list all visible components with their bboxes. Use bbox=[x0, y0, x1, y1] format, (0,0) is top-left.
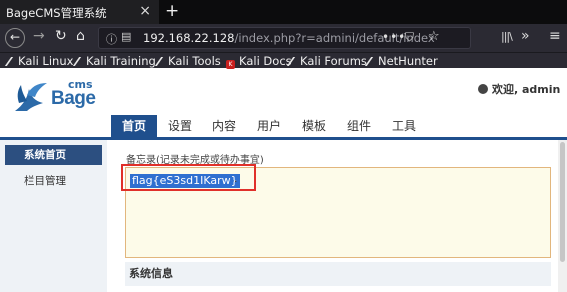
hamburger-menu-icon[interactable]: ≡ bbox=[549, 28, 561, 44]
system-info-header: 系统信息 bbox=[125, 262, 551, 286]
kali-dragon-icon bbox=[154, 57, 168, 66]
page-scrollbar[interactable] bbox=[558, 140, 567, 292]
bookmark-kali-tools[interactable]: Kali Tools bbox=[154, 54, 221, 68]
forward-icon[interactable]: → bbox=[33, 28, 45, 44]
sidebar: 系统首页 栏目管理 bbox=[0, 140, 107, 292]
bage-bird-logo-icon bbox=[15, 83, 47, 111]
welcome-text: 欢迎, admin bbox=[492, 83, 561, 96]
kali-docs-icon: K bbox=[226, 60, 235, 69]
menu-components[interactable]: 组件 bbox=[347, 115, 371, 137]
menu-templates[interactable]: 模板 bbox=[302, 115, 326, 137]
cms-page: cms Bage 欢迎, admin 修 首页 设置 内容 用户 模板 组件 工… bbox=[0, 69, 567, 292]
home-icon[interactable]: ⌂ bbox=[76, 28, 85, 44]
navigation-toolbar: ← → ↻ ⌂ ⓘ ▤ 192.168.22.128/index.php?r=a… bbox=[0, 24, 567, 52]
kali-dragon-icon bbox=[4, 57, 18, 66]
scrollbar-thumb[interactable] bbox=[560, 142, 565, 262]
bookmark-kali-forums[interactable]: Kali Forums bbox=[286, 54, 367, 68]
menu-users[interactable]: 用户 bbox=[257, 115, 281, 137]
new-tab-icon[interactable]: + bbox=[165, 1, 179, 21]
main-content: 备忘录(记录未完成或待办事宜) flag{eS3sd1IKarw} . 系统信息 bbox=[120, 144, 557, 292]
bookmarks-toolbar: Kali Linux Kali Training Kali Tools K Kal… bbox=[0, 52, 567, 69]
welcome-area: 欢迎, admin 修 bbox=[478, 81, 567, 97]
info-icon[interactable]: ⓘ bbox=[106, 31, 117, 47]
bookmark-nethunter[interactable]: NetHunter bbox=[364, 54, 438, 68]
menu-content[interactable]: 内容 bbox=[212, 115, 236, 137]
bookmark-kali-linux[interactable]: Kali Linux bbox=[4, 54, 73, 68]
menu-tools[interactable]: 工具 bbox=[392, 115, 416, 137]
library-icon[interactable]: |||\ bbox=[501, 30, 513, 43]
url-host: 192.168.22.128 bbox=[143, 31, 235, 45]
reload-icon[interactable]: ↻ bbox=[55, 28, 67, 44]
sidebar-item-category-management[interactable]: 栏目管理 bbox=[5, 171, 102, 191]
tab-bar: BageCMS管理系统 × + bbox=[0, 0, 567, 24]
kali-dragon-icon bbox=[72, 57, 86, 66]
bookmark-star-icon[interactable]: ☆ bbox=[428, 29, 440, 44]
menu-home[interactable]: 首页 bbox=[111, 115, 158, 137]
bookmark-kali-docs[interactable]: K Kali Docs bbox=[226, 54, 292, 69]
sidebar-item-system-home[interactable]: 系统首页 bbox=[5, 145, 102, 165]
page-actions-icon[interactable]: ••• bbox=[382, 30, 406, 44]
pocket-icon[interactable]: ⛉ bbox=[405, 30, 414, 45]
bookmark-kali-training[interactable]: Kali Training bbox=[72, 54, 156, 68]
tab-title: BageCMS管理系统 bbox=[6, 6, 107, 20]
close-tab-icon[interactable]: × bbox=[139, 3, 151, 19]
red-highlight-box bbox=[121, 164, 256, 191]
address-bar[interactable]: ⓘ ▤ 192.168.22.128/index.php?r=admini/de… bbox=[98, 27, 471, 49]
logo-bage-text: Bage bbox=[51, 88, 96, 109]
back-icon[interactable]: ← bbox=[5, 28, 25, 48]
menu-settings[interactable]: 设置 bbox=[168, 115, 192, 137]
user-icon bbox=[478, 84, 488, 94]
overflow-chevron-icon[interactable]: » bbox=[521, 28, 530, 44]
browser-tab[interactable]: BageCMS管理系统 × bbox=[0, 0, 159, 24]
permissions-icon[interactable]: ▤ bbox=[121, 30, 131, 43]
main-menu: 首页 设置 内容 用户 模板 组件 工具 bbox=[111, 115, 567, 137]
